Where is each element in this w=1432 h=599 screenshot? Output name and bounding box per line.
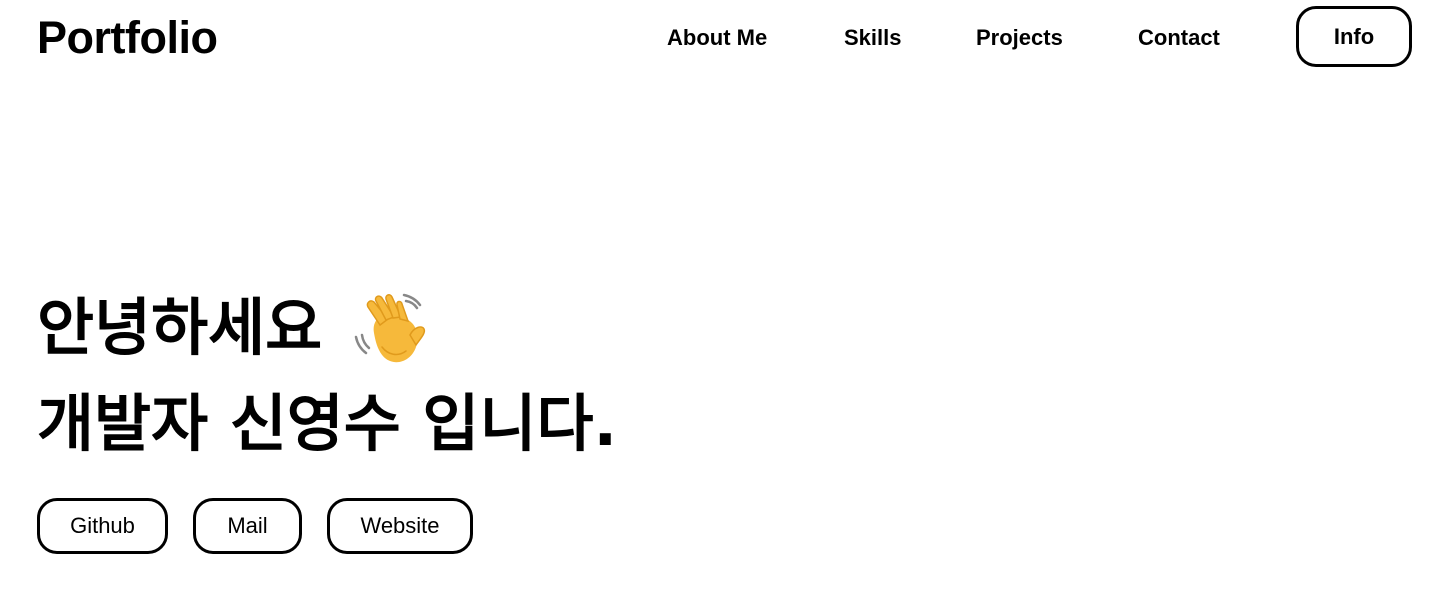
info-button[interactable]: Info <box>1296 6 1412 67</box>
nav-link-about-me[interactable]: About Me <box>667 24 767 52</box>
waving-hand-icon <box>352 289 430 367</box>
website-button[interactable]: Website <box>327 498 473 554</box>
mail-button[interactable]: Mail <box>193 498 302 554</box>
contact-links: Github Mail Website <box>37 498 498 554</box>
main-nav: About Me Skills Projects Contact Info <box>0 0 1432 76</box>
nav-link-projects[interactable]: Projects <box>976 24 1063 52</box>
nav-link-skills[interactable]: Skills <box>844 24 901 52</box>
github-button[interactable]: Github <box>37 498 168 554</box>
hero-greeting-text: 안녕하세요 <box>37 291 323 364</box>
hero-section: 안녕하세요 개발자 신영수 입니다. <box>37 280 617 472</box>
hero-greeting-line: 안녕하세요 <box>37 280 617 376</box>
hero-intro-text: 개발자 신영수 입니다. <box>37 387 618 460</box>
site-header: Portfolio About Me Skills Projects Conta… <box>0 0 1432 76</box>
nav-link-contact[interactable]: Contact <box>1138 24 1220 52</box>
